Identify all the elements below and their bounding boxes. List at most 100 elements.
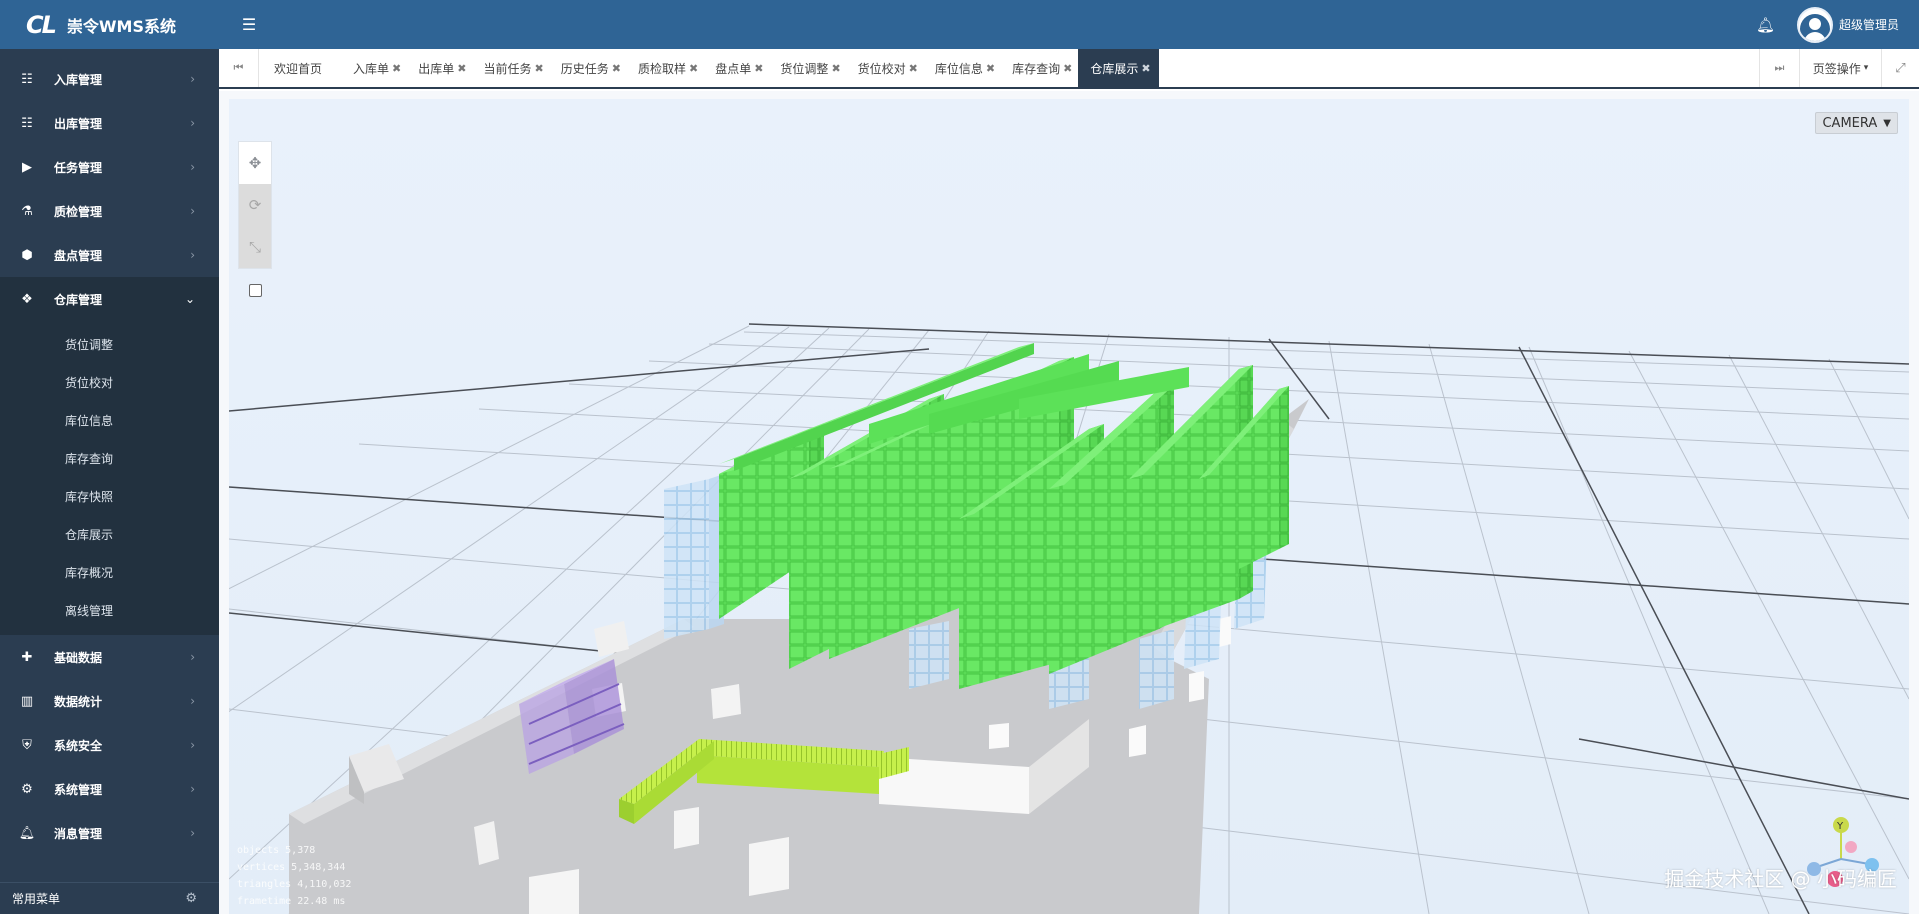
tab-item[interactable]: 货位调整 ✖	[769, 49, 846, 87]
warehouse-3d-viewport[interactable]: Y ✥ ⟳ ⤡ CAMERA ▼ objects 5,378 vertices …	[229, 99, 1909, 914]
list-icon: ☷	[21, 71, 33, 87]
tab-item[interactable]: 库位信息 ✖	[924, 49, 1001, 87]
sidebar-item-system[interactable]: ⚙ 系统管理 ›	[0, 767, 219, 811]
sidebar-item-label: 出库管理	[54, 116, 103, 131]
sidebar-item-label: 盘点管理	[54, 248, 103, 263]
sidebar-item-security[interactable]: ⛨ 系统安全 ›	[0, 723, 219, 767]
toggle-checkbox[interactable]	[249, 284, 262, 297]
chevron-right-icon: ›	[190, 782, 195, 796]
tab-ops-dropdown[interactable]: 页签操作 ▾	[1799, 49, 1881, 87]
chevron-down-icon: ▼	[1883, 117, 1891, 129]
brand-logo: CL	[26, 10, 57, 39]
sidebar-item-label: 数据统计	[54, 694, 103, 709]
submenu-item[interactable]: 库存查询	[0, 439, 219, 477]
tab-item[interactable]: 出库单 ✖	[407, 49, 472, 87]
tab-item[interactable]: 盘点单 ✖	[704, 49, 769, 87]
sidebar-item-inbound[interactable]: ☷ 入库管理 ›	[0, 57, 219, 101]
avatar[interactable]	[1796, 6, 1833, 43]
tab-label: 入库单	[353, 61, 390, 76]
gear-icon[interactable]: ⚙	[185, 891, 197, 906]
tab-active[interactable]: 仓库展示 ✖	[1078, 49, 1159, 87]
close-icon[interactable]: ✖	[457, 62, 466, 75]
submenu-item[interactable]: 仓库展示	[0, 515, 219, 553]
close-icon[interactable]: ✖	[535, 62, 544, 75]
tab-ops-label: 页签操作	[1812, 61, 1861, 76]
cube-icon: ⬢	[21, 247, 33, 263]
tab-home[interactable]: 欢迎首页	[259, 49, 342, 87]
bar-chart-icon: ▥	[20, 693, 34, 709]
tab-scroll-right-icon[interactable]: ⏭	[1759, 49, 1799, 87]
watermark: 掘金技术社区 @ 小码编匠	[1664, 867, 1897, 891]
chevron-right-icon: ›	[190, 694, 195, 708]
sidebar-item-statistics[interactable]: ▥ 数据统计 ›	[0, 679, 219, 723]
tab-item[interactable]: 历史任务 ✖	[550, 49, 627, 87]
stat-line: triangles 4,110,032	[237, 879, 352, 890]
sidebar-item-basic-data[interactable]: ✚ 基础数据 ›	[0, 635, 219, 679]
chevron-right-icon: ›	[190, 650, 195, 664]
warehouse-scene[interactable]: Y	[229, 99, 1909, 914]
submenu-item[interactable]: 货位调整	[0, 325, 219, 363]
submenu-item[interactable]: 库位信息	[0, 401, 219, 439]
svg-text:Y: Y	[1836, 821, 1844, 832]
close-icon[interactable]: ✖	[754, 62, 763, 75]
hamburger-icon[interactable]: ☰	[235, 0, 263, 49]
sidebar-item-label: 系统管理	[54, 782, 103, 797]
sidebar-item-tasks[interactable]: ▶ 任务管理 ›	[0, 145, 219, 189]
chevron-right-icon: ›	[190, 204, 195, 218]
sidebar-item-quality[interactable]: ⚗ 质检管理 ›	[0, 189, 219, 233]
sidebar-item-outbound[interactable]: ☷ 出库管理 ›	[0, 101, 219, 145]
close-icon[interactable]: ✖	[831, 62, 840, 75]
tab-item[interactable]: 货位校对 ✖	[847, 49, 924, 87]
camera-select[interactable]: CAMERA ▼	[1815, 112, 1898, 134]
header-right: 🔔︎ 超级管理员	[1756, 0, 1899, 49]
tab-label: 欢迎首页	[274, 61, 323, 76]
tab-controls: ⏭ 页签操作 ▾ ⤢	[1759, 49, 1919, 87]
zoom-icon[interactable]: ⤡	[239, 226, 271, 268]
sidebar-footer[interactable]: 常用菜单 ⚙	[0, 882, 219, 914]
app-title: 崇令WMS系统	[66, 16, 177, 36]
sidebar-item-label: 仓库管理	[54, 292, 103, 307]
close-icon[interactable]: ✖	[986, 62, 995, 75]
gears-icon: ⚙	[21, 781, 33, 797]
camera-label: CAMERA	[1822, 115, 1878, 131]
caret-down-icon: ▾	[1863, 63, 1869, 73]
sidebar: ☷ 入库管理 › ☷ 出库管理 › ▶ 任务管理 › ⚗ 质检管理 › ⬢ 盘点…	[0, 49, 219, 914]
tab-scroll-left-icon[interactable]: ⏮	[219, 49, 259, 87]
brand[interactable]: CL 崇令WMS系统	[0, 0, 219, 49]
tab-item[interactable]: 质检取样 ✖	[627, 49, 704, 87]
close-icon[interactable]: ✖	[689, 62, 698, 75]
chevron-down-icon: ⌄	[184, 292, 195, 306]
close-icon[interactable]: ✖	[909, 62, 918, 75]
close-icon[interactable]: ✖	[1063, 62, 1072, 75]
sidebar-item-label: 消息管理	[54, 826, 103, 841]
sidebar-item-stocktake[interactable]: ⬢ 盘点管理 ›	[0, 233, 219, 277]
tab-item[interactable]: 库存查询 ✖	[1001, 49, 1078, 87]
username[interactable]: 超级管理员	[1839, 16, 1899, 33]
rotate-icon[interactable]: ⟳	[239, 184, 271, 226]
top-header: CL 崇令WMS系统 ☰ 🔔︎ 超级管理员	[0, 0, 1919, 49]
sidebar-item-warehouse[interactable]: ❖ 仓库管理 ⌄	[0, 277, 219, 321]
tab-label: 库存查询	[1012, 61, 1061, 76]
submenu-item[interactable]: 库存概况	[0, 553, 219, 591]
render-stats: objects 5,378 vertices 5,348,344 triangl…	[237, 842, 351, 910]
submenu-item[interactable]: 货位校对	[0, 363, 219, 401]
tab-item[interactable]: 入库单 ✖	[342, 49, 407, 87]
shield-icon: ⛨	[22, 737, 32, 753]
sidebar-item-messages[interactable]: 🔔︎ 消息管理 ›	[0, 811, 219, 855]
submenu-item[interactable]: 库存快照	[0, 477, 219, 515]
puzzle-icon: ✚	[21, 649, 33, 665]
cubes-icon: ❖	[21, 291, 33, 307]
close-icon[interactable]: ✖	[392, 62, 401, 75]
tab-item[interactable]: 当前任务 ✖	[472, 49, 549, 87]
pan-icon[interactable]: ✥	[239, 142, 271, 184]
chevron-right-icon: ›	[190, 116, 195, 130]
sidebar-item-label: 系统安全	[54, 738, 103, 753]
sidebar-item-label: 质检管理	[54, 204, 103, 219]
main-content: Y ✥ ⟳ ⤡ CAMERA ▼ objects 5,378 vertices …	[219, 91, 1919, 914]
fullscreen-icon[interactable]: ⤢	[1881, 49, 1919, 87]
bell-icon[interactable]: 🔔︎	[1756, 16, 1775, 34]
submenu-item[interactable]: 离线管理	[0, 591, 219, 629]
close-icon[interactable]: ✖	[1141, 62, 1150, 75]
tab-label: 货位调整	[780, 61, 829, 76]
close-icon[interactable]: ✖	[612, 62, 621, 75]
